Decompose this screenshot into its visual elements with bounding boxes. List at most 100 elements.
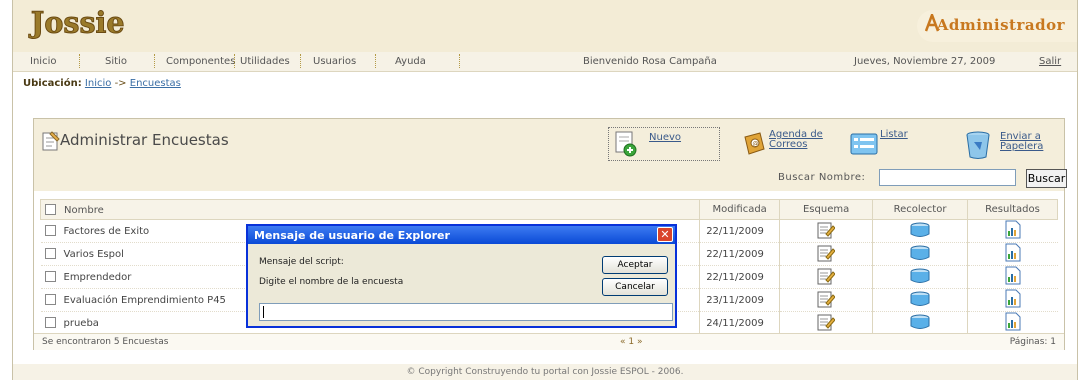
- list-icon: [850, 133, 878, 155]
- logout-link[interactable]: Salir: [1039, 56, 1061, 67]
- survey-name-input[interactable]: [259, 303, 673, 321]
- select-all-checkbox[interactable]: [45, 203, 56, 215]
- search-name-input[interactable]: [879, 169, 1016, 186]
- results-cell: [967, 288, 1058, 312]
- address-book-icon: @: [744, 132, 765, 155]
- search-label: Buscar Nombre:: [778, 172, 866, 183]
- dialog-script-label: Mensaje del script:: [259, 257, 344, 267]
- edit-schema-icon[interactable]: [817, 244, 836, 262]
- collector-icon[interactable]: [909, 222, 931, 238]
- menu-inicio[interactable]: Inicio: [30, 56, 56, 67]
- edit-schema-icon[interactable]: [817, 290, 836, 308]
- dialog-titlebar[interactable]: Mensaje de usuario de Explorer ✕: [248, 226, 675, 244]
- results-cell: [967, 265, 1058, 289]
- new-survey-button[interactable]: Nuevo: [608, 127, 720, 161]
- menu-sitio[interactable]: Sitio: [105, 56, 127, 67]
- results-chart-icon[interactable]: [1005, 312, 1021, 331]
- collector-cell: [872, 265, 968, 289]
- schema-cell: [779, 242, 873, 266]
- breadcrumb-current-link[interactable]: Encuestas: [130, 78, 181, 89]
- pager[interactable]: « 1 »: [620, 337, 642, 347]
- collector-icon[interactable]: [909, 314, 931, 330]
- trash-label-line2: Papelera: [1000, 141, 1044, 152]
- schema-cell: [779, 219, 873, 243]
- row-checkbox[interactable]: [44, 248, 56, 259]
- breadcrumb: Ubicación: Inicio -> Encuestas: [23, 78, 181, 89]
- survey-form-icon: [42, 131, 60, 151]
- close-icon[interactable]: ✕: [657, 227, 673, 242]
- results-cell: [967, 219, 1058, 243]
- table-header-row: Nombre Modificada Esquema Recolector Res…: [39, 199, 1058, 220]
- schema-cell: [779, 311, 873, 334]
- page-total: Páginas: 1: [1009, 337, 1056, 347]
- collector-icon[interactable]: [909, 268, 931, 284]
- contacts-button[interactable]: @ Agenda de Correos: [742, 127, 842, 161]
- column-results: Resultados: [967, 199, 1058, 220]
- modified-date: 23/11/2009: [699, 288, 780, 312]
- column-modified[interactable]: Modificada: [699, 199, 781, 220]
- current-date: Jueves, Noviembre 27, 2009: [854, 56, 996, 67]
- column-name-label: Nombre: [64, 204, 104, 216]
- jossie-logo: Jossie: [27, 5, 125, 40]
- text-caret: [263, 306, 264, 318]
- main-menu: Inicio Sitio Componentes Utilidades Usua…: [13, 52, 1077, 72]
- modified-date: 24/11/2009: [699, 311, 780, 334]
- menu-separator: [79, 54, 80, 68]
- results-cell: [967, 242, 1058, 266]
- survey-name[interactable]: Varios Espol: [64, 249, 124, 260]
- edit-schema-icon[interactable]: [817, 267, 836, 285]
- new-document-icon: [615, 131, 637, 157]
- breadcrumb-separator: ->: [114, 78, 127, 89]
- search-button[interactable]: Buscar: [1026, 169, 1067, 188]
- dialog-prompt-text: Digite el nombre de la encuesta: [259, 277, 404, 287]
- results-cell: [967, 311, 1058, 334]
- logo-text: Jossie: [28, 6, 125, 40]
- results-chart-icon[interactable]: [1005, 243, 1021, 262]
- menu-separator: [375, 54, 376, 68]
- page: Jossie Administrador Inicio Sitio Compon…: [12, 0, 1078, 380]
- modified-date: 22/11/2009: [699, 265, 780, 289]
- menu-separator: [154, 54, 155, 68]
- collector-cell: [872, 219, 968, 243]
- panel-header: Administrar Encuestas Nuevo @ Agenda de …: [34, 119, 1067, 191]
- survey-name[interactable]: Factores de Exito: [64, 226, 150, 237]
- send-to-trash-button[interactable]: Enviar a Papelera: [964, 127, 1054, 161]
- role-label: Administrador: [936, 16, 1065, 34]
- panel-footer: Se encontraron 5 Encuestas « 1 » Páginas…: [34, 333, 1064, 350]
- collector-icon[interactable]: [909, 291, 931, 307]
- menu-usuarios[interactable]: Usuarios: [313, 56, 356, 67]
- row-checkbox[interactable]: [44, 294, 56, 305]
- menu-separator: [300, 54, 301, 68]
- list-label: Listar: [880, 129, 908, 140]
- row-checkbox[interactable]: [44, 225, 56, 236]
- list-button[interactable]: Listar: [850, 127, 930, 161]
- edit-schema-icon[interactable]: [817, 313, 836, 331]
- copyright: © Copyright Construyendo tu portal con J…: [13, 364, 1077, 380]
- breadcrumb-home-link[interactable]: Inicio: [85, 78, 111, 89]
- column-schema: Esquema: [779, 199, 874, 220]
- welcome-text: Bienvenido Rosa Campaña: [583, 56, 717, 67]
- collector-icon[interactable]: [909, 245, 931, 261]
- results-chart-icon[interactable]: [1005, 266, 1021, 285]
- edit-schema-icon[interactable]: [817, 221, 836, 239]
- column-collector: Recolector: [872, 199, 969, 220]
- new-survey-label: Nuevo: [649, 132, 682, 143]
- menu-componentes[interactable]: Componentes: [166, 56, 235, 67]
- menu-utilidades[interactable]: Utilidades: [240, 56, 290, 67]
- cancel-button[interactable]: Cancelar: [602, 278, 668, 296]
- menu-separator: [459, 54, 460, 68]
- ok-button[interactable]: Aceptar: [602, 256, 668, 274]
- survey-name[interactable]: Evaluación Emprendimiento P45: [64, 295, 226, 306]
- survey-name[interactable]: prueba: [64, 318, 99, 329]
- results-chart-icon[interactable]: [1005, 289, 1021, 308]
- row-checkbox[interactable]: [44, 271, 56, 282]
- modified-date: 22/11/2009: [699, 219, 780, 243]
- survey-name[interactable]: Emprendedor: [64, 272, 132, 283]
- row-checkbox[interactable]: [44, 317, 56, 328]
- collector-cell: [872, 288, 968, 312]
- results-chart-icon[interactable]: [1005, 220, 1021, 239]
- collector-cell: [872, 311, 968, 334]
- schema-cell: [779, 265, 873, 289]
- menu-ayuda[interactable]: Ayuda: [395, 56, 426, 67]
- column-name[interactable]: Nombre: [39, 199, 701, 220]
